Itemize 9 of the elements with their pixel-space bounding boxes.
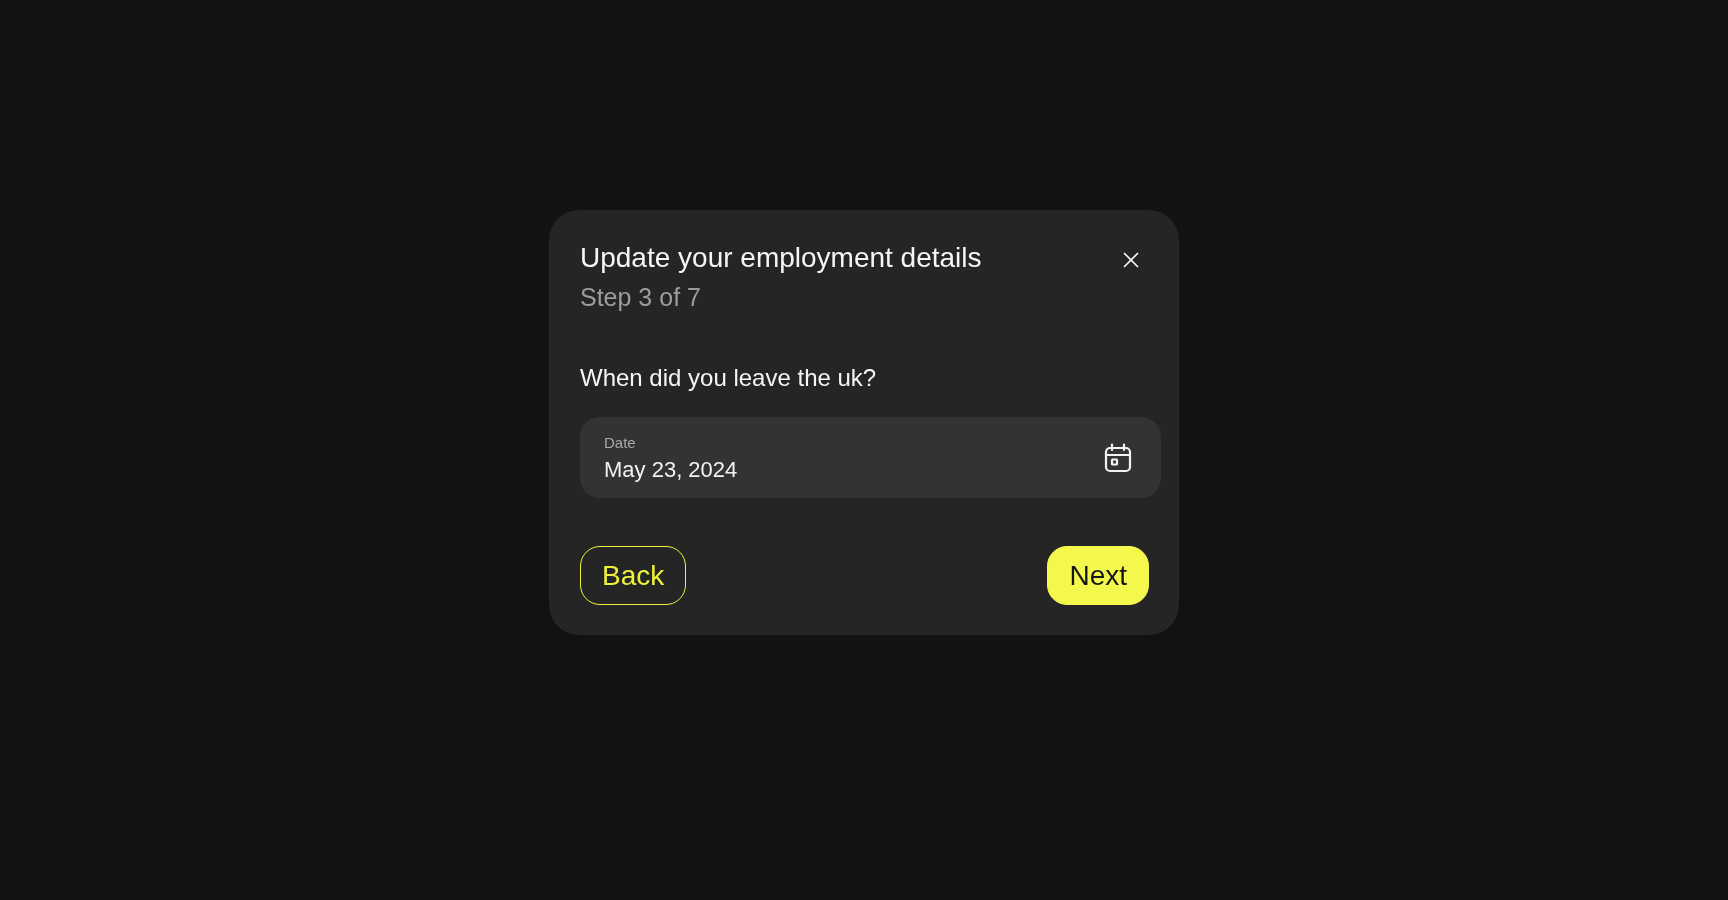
date-field[interactable]: Date May 23, 2024 <box>580 417 1161 498</box>
next-button[interactable]: Next <box>1047 546 1149 605</box>
field-label: Date <box>604 432 636 453</box>
calendar-icon[interactable] <box>1104 442 1132 473</box>
question-text: When did you leave the uk? <box>580 363 877 393</box>
dialog-title: Update your employment details <box>580 241 982 275</box>
date-input[interactable]: May 23, 2024 <box>604 456 864 483</box>
step-indicator: Step 3 of 7 <box>580 282 701 313</box>
back-button[interactable]: Back <box>580 546 687 605</box>
